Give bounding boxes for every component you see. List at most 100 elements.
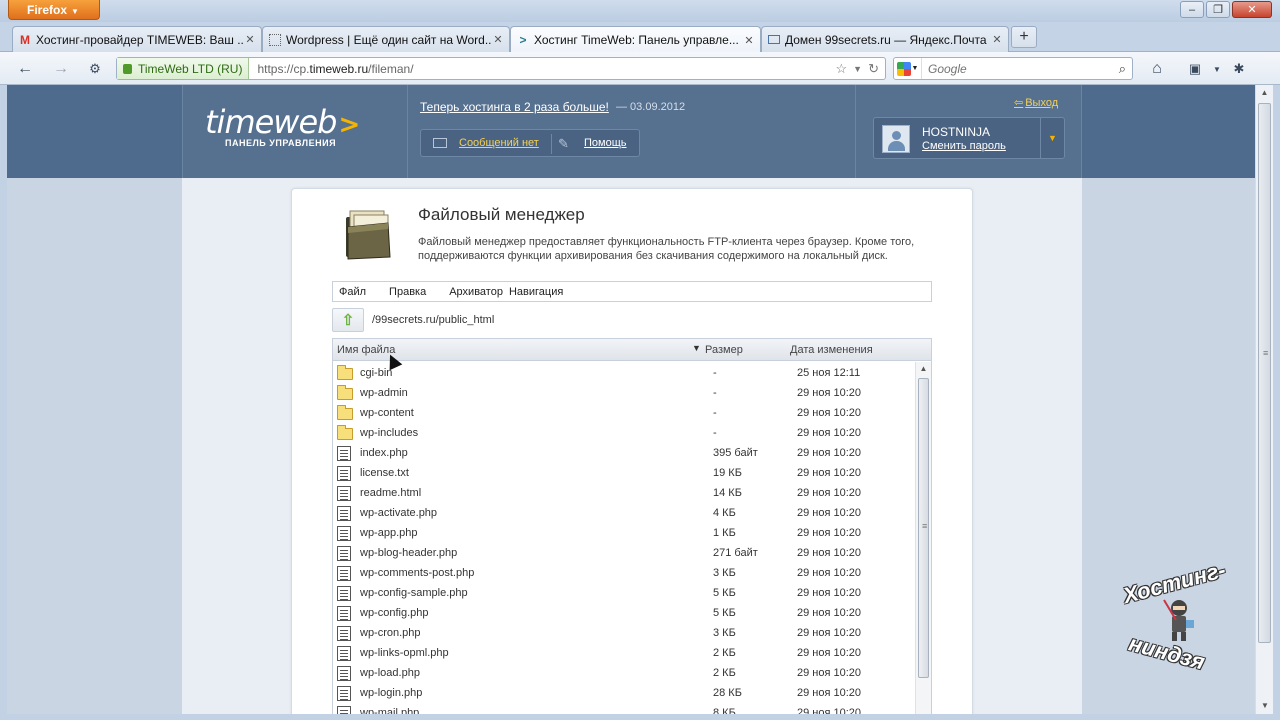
- file-size: -: [713, 387, 717, 399]
- file-size: 28 КБ: [713, 687, 742, 699]
- url-dropdown-icon[interactable]: ▼: [853, 64, 862, 74]
- table-row[interactable]: wp-comments-post.php 3 КБ 29 ноя 10:20: [333, 563, 913, 583]
- browser-tab[interactable]: Wordpress | Ещё один сайт на Word... ✕: [262, 26, 510, 52]
- reload-icon[interactable]: ↻: [868, 61, 879, 77]
- table-row[interactable]: wp-load.php 2 КБ 29 ноя 10:20: [333, 663, 913, 683]
- scrollbar-thumb[interactable]: ≡: [918, 378, 929, 678]
- help-link[interactable]: Помощь: [584, 137, 627, 149]
- url-text[interactable]: https://cp.timeweb.ru/fileman/: [249, 62, 829, 76]
- file-date: 29 ноя 10:20: [797, 387, 862, 399]
- close-tab-icon[interactable]: ✕: [742, 34, 756, 47]
- table-row[interactable]: wp-app.php 1 КБ 29 ноя 10:20: [333, 523, 913, 543]
- minimize-icon[interactable]: –: [1180, 1, 1204, 18]
- timeweb-logo[interactable]: timeweb>: [205, 103, 360, 141]
- table-row[interactable]: wp-config.php 5 КБ 29 ноя 10:20: [333, 603, 913, 623]
- file-date: 29 ноя 10:20: [797, 627, 862, 639]
- browser-tab[interactable]: Домен 99secrets.ru — Яндекс.Почта ... ✕: [761, 26, 1009, 52]
- lock-icon: [123, 63, 132, 74]
- table-row[interactable]: license.txt 19 КБ 29 ноя 10:20: [333, 463, 913, 483]
- sort-desc-icon[interactable]: ▼: [692, 343, 701, 353]
- browser-tab-active[interactable]: > Хостинг TimeWeb: Панель управле... ✕: [510, 26, 761, 53]
- chevron-down-icon[interactable]: ▼: [1206, 58, 1228, 80]
- search-input[interactable]: [922, 61, 1102, 76]
- table-row[interactable]: cgi-bin - 25 ноя 12:11: [333, 363, 913, 383]
- scroll-up-icon[interactable]: ▲: [916, 362, 931, 376]
- table-row[interactable]: wp-links-opml.php 2 КБ 29 ноя 10:20: [333, 643, 913, 663]
- close-tab-icon[interactable]: ✕: [243, 33, 257, 46]
- blank-page-icon: [267, 32, 283, 48]
- path-bar: ⇧ /99secrets.ru/public_html: [332, 307, 932, 333]
- file-list-scrollbar[interactable]: ▲ ≡: [915, 362, 931, 714]
- table-row[interactable]: readme.html 14 КБ 29 ноя 10:20: [333, 483, 913, 503]
- table-row[interactable]: wp-cron.php 3 КБ 29 ноя 10:20: [333, 623, 913, 643]
- close-window-icon[interactable]: ✕: [1232, 1, 1272, 18]
- scrollbar-thumb[interactable]: ≡: [1258, 103, 1271, 643]
- user-menu[interactable]: HOSTNINJA Сменить пароль ▼: [873, 117, 1065, 159]
- news-link[interactable]: Теперь хостинга в 2 раза больше!: [420, 100, 609, 114]
- address-bar[interactable]: TimeWeb LTD (RU) https://cp.timeweb.ru/f…: [116, 57, 886, 80]
- table-row[interactable]: wp-blog-header.php 271 байт 29 ноя 10:20: [333, 543, 913, 563]
- table-row[interactable]: wp-admin - 29 ноя 10:20: [333, 383, 913, 403]
- back-icon[interactable]: ←: [14, 58, 36, 80]
- change-password-link[interactable]: Сменить пароль: [922, 140, 1006, 152]
- browser-tab[interactable]: M Хостинг-провайдер TIMEWEB: Ваш ... ✕: [12, 26, 262, 52]
- file-list-body: cgi-bin - 25 ноя 12:11 wp-admin - 29 ноя 10:2…: [333, 361, 931, 714]
- new-tab-button[interactable]: +: [1011, 26, 1037, 48]
- messages-link[interactable]: Сообщений нет: [459, 137, 539, 149]
- column-header-date[interactable]: Дата изменения: [790, 344, 873, 356]
- table-row[interactable]: index.php 395 байт 29 ноя 10:20: [333, 443, 913, 463]
- close-tab-icon[interactable]: ✕: [491, 33, 505, 46]
- tab-title: Wordpress | Ещё один сайт на Word...: [286, 32, 491, 47]
- table-row[interactable]: wp-login.php 28 КБ 29 ноя 10:20: [333, 683, 913, 703]
- menu-file[interactable]: Файл: [333, 286, 372, 298]
- file-date: 29 ноя 10:20: [797, 707, 862, 714]
- scroll-down-icon[interactable]: ▼: [1256, 698, 1274, 714]
- file-icon: [337, 626, 351, 641]
- tab-title: Хостинг-провайдер TIMEWEB: Ваш ...: [36, 32, 243, 47]
- firefox-menu-button[interactable]: Firefox ▼: [8, 0, 100, 20]
- search-icon[interactable]: ⌕: [1119, 61, 1126, 77]
- close-tab-icon[interactable]: ✕: [990, 33, 1004, 46]
- window-frame-left: [0, 85, 7, 720]
- table-row[interactable]: wp-mail.php 8 КБ 29 ноя 10:20: [333, 703, 913, 714]
- file-manager-menubar: Файл Правка Архиватор Навигация: [332, 281, 932, 302]
- username: HOSTNINJA: [922, 125, 991, 139]
- file-name: cgi-bin: [360, 367, 393, 379]
- file-size: 2 КБ: [713, 647, 736, 659]
- menu-edit[interactable]: Правка: [383, 286, 432, 298]
- file-date: 29 ноя 10:20: [797, 407, 862, 419]
- table-row[interactable]: wp-content - 29 ноя 10:20: [333, 403, 913, 423]
- file-name: wp-config-sample.php: [360, 587, 468, 599]
- history-icon[interactable]: ⚙: [84, 58, 106, 80]
- column-header-size[interactable]: Размер: [705, 344, 743, 356]
- bookmark-star-icon[interactable]: ☆: [836, 61, 848, 77]
- menu-navigation[interactable]: Навигация: [503, 286, 569, 298]
- search-engine-selector[interactable]: ▼: [894, 58, 922, 79]
- addon-icon[interactable]: ✱: [1228, 58, 1250, 80]
- menu-archiver[interactable]: Архиватор: [443, 286, 503, 298]
- page-scrollbar[interactable]: ▲ ≡ ▼: [1255, 85, 1273, 714]
- file-date: 29 ноя 10:20: [797, 547, 862, 559]
- home-icon[interactable]: ⌂: [1146, 58, 1168, 80]
- window-frame-right: [1273, 85, 1280, 720]
- logout-link[interactable]: ⇦ Выход: [1014, 96, 1058, 109]
- header-divider: [855, 85, 856, 178]
- chevron-down-icon[interactable]: ▼: [1040, 118, 1064, 158]
- table-row[interactable]: wp-config-sample.php 5 КБ 29 ноя 10:20: [333, 583, 913, 603]
- file-date: 29 ноя 10:20: [797, 507, 862, 519]
- bookmarks-menu-icon[interactable]: ▣: [1184, 58, 1206, 80]
- file-date: 29 ноя 10:20: [797, 447, 862, 459]
- table-row[interactable]: wp-activate.php 4 КБ 29 ноя 10:20: [333, 503, 913, 523]
- folder-icon: [337, 385, 353, 400]
- up-directory-button[interactable]: ⇧: [332, 308, 364, 332]
- column-header-name[interactable]: Имя файла: [337, 344, 395, 356]
- search-bar[interactable]: ▼ ⌕: [893, 57, 1133, 80]
- forward-icon[interactable]: →: [50, 58, 72, 80]
- table-row[interactable]: wp-includes - 29 ноя 10:20: [333, 423, 913, 443]
- logout-icon: ⇦: [1014, 97, 1024, 109]
- file-icon: [337, 706, 351, 714]
- site-identity[interactable]: TimeWeb LTD (RU): [117, 58, 250, 79]
- restore-icon[interactable]: ❐: [1206, 1, 1230, 18]
- scroll-up-icon[interactable]: ▲: [1256, 85, 1273, 101]
- window-controls: – ❐ ✕: [1178, 1, 1272, 18]
